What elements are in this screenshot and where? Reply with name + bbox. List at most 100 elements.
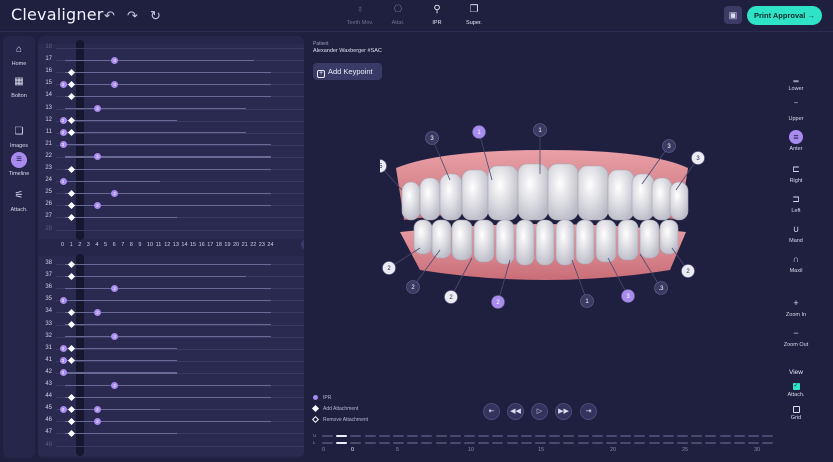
timeline-step-tick[interactable] bbox=[634, 442, 646, 444]
timeline-step-tick[interactable] bbox=[535, 442, 546, 444]
timeline-step-tick[interactable] bbox=[748, 442, 759, 444]
redo-icon[interactable]: ↷ bbox=[127, 8, 138, 24]
timeline-step-tick[interactable] bbox=[577, 442, 589, 444]
timeline-step-tick[interactable] bbox=[464, 442, 475, 444]
timeline-step-tick[interactable] bbox=[435, 435, 447, 437]
timeline-step-tick[interactable] bbox=[421, 442, 433, 444]
view-maxil[interactable]: ∩ Maxil bbox=[778, 252, 814, 274]
timeline-step-tick[interactable] bbox=[364, 442, 376, 444]
ipr-marker[interactable]: 3 bbox=[59, 345, 67, 353]
timeline-step-tick[interactable] bbox=[378, 435, 390, 437]
timeline-step-tick[interactable] bbox=[591, 435, 603, 437]
timeline-step-tick[interactable] bbox=[478, 442, 490, 444]
timeline-step-tick[interactable] bbox=[606, 442, 617, 444]
view-zoom-in[interactable]: + Zoom In bbox=[778, 296, 814, 318]
timeline-step-tick[interactable] bbox=[733, 442, 745, 444]
nav-attach[interactable]: ⚟ Attach. bbox=[3, 188, 35, 213]
nav-home[interactable]: ⌂ Home bbox=[3, 42, 35, 67]
ipr-marker[interactable]: 3 bbox=[111, 56, 119, 64]
timeline-step-tick[interactable] bbox=[634, 435, 646, 437]
timeline-step-tick[interactable] bbox=[435, 442, 447, 444]
timeline-step-tick[interactable] bbox=[705, 442, 717, 444]
dental-model-3d[interactable]: 31133.5222213.32 bbox=[380, 120, 710, 320]
timeline-step-tick[interactable] bbox=[620, 442, 632, 444]
timeline-step-tick[interactable] bbox=[577, 435, 589, 437]
timeline-step-tick[interactable] bbox=[662, 435, 674, 437]
ipr-marker[interactable]: 3 bbox=[59, 80, 67, 88]
view-grid-toggle[interactable]: Grid bbox=[778, 406, 814, 421]
view-anter[interactable]: ≡ Anter bbox=[778, 130, 814, 152]
add-keypoint-button[interactable]: + Add Keypoint bbox=[313, 63, 382, 80]
timeline-step-tick[interactable] bbox=[705, 435, 717, 437]
timeline-step-tick[interactable] bbox=[336, 435, 348, 437]
timeline-step-tick[interactable] bbox=[762, 435, 774, 437]
nav-bolton[interactable]: ▦ Bolton bbox=[3, 74, 35, 99]
save-button[interactable]: ▣ bbox=[724, 6, 742, 24]
ipr-marker[interactable]: 2 bbox=[111, 284, 119, 292]
timeline-step-tick[interactable] bbox=[691, 435, 703, 437]
timeline-step-tick[interactable] bbox=[393, 442, 404, 444]
ipr-marker[interactable]: 3 bbox=[59, 357, 67, 365]
timeline-step-tick[interactable] bbox=[591, 442, 603, 444]
tool-superimpose[interactable]: ❐ Super. bbox=[449, 4, 499, 26]
timeline-step-tick[interactable] bbox=[322, 442, 333, 444]
timeline-step-tick[interactable] bbox=[492, 435, 504, 437]
print-approval-button[interactable]: Print Approval → bbox=[747, 6, 822, 25]
timeline-step-tick[interactable] bbox=[648, 442, 660, 444]
timeline-step-tick[interactable] bbox=[407, 442, 419, 444]
timeline-step-tick[interactable] bbox=[464, 435, 475, 437]
view-lower[interactable]: ‗ Lower bbox=[778, 70, 814, 92]
view-mand[interactable]: ∪ Mand bbox=[778, 222, 814, 244]
prev-step-button[interactable]: ◀◀ bbox=[507, 403, 524, 420]
timeline-step-tick[interactable] bbox=[449, 435, 461, 437]
play-button[interactable]: ▷ bbox=[531, 403, 548, 420]
ipr-marker[interactable]: 3 bbox=[59, 296, 67, 304]
view-attach-toggle[interactable]: ✓ Attach. bbox=[778, 383, 814, 398]
timeline-step-tick[interactable] bbox=[506, 442, 518, 444]
timeline-step-tick[interactable] bbox=[733, 435, 745, 437]
ipr-marker[interactable]: 2 bbox=[59, 129, 67, 137]
timeline-step-tick[interactable] bbox=[393, 435, 404, 437]
undo-icon[interactable]: ↶ bbox=[104, 8, 115, 24]
timeline-step-tick[interactable] bbox=[691, 442, 703, 444]
ipr-marker[interactable]: 2 bbox=[93, 201, 101, 209]
timeline-step-tick[interactable] bbox=[421, 435, 433, 437]
timeline-step-tick[interactable] bbox=[719, 435, 731, 437]
ipr-marker[interactable]: 2 bbox=[111, 189, 119, 197]
timeline-step-tick[interactable] bbox=[662, 442, 674, 444]
view-upper[interactable]: ‾ Upper bbox=[778, 100, 814, 122]
view-right[interactable]: ⊏ Right bbox=[778, 162, 814, 184]
ipr-marker[interactable]: 3 bbox=[59, 141, 67, 149]
ipr-marker[interactable]: 3 bbox=[93, 105, 101, 112]
timeline-step-tick[interactable] bbox=[506, 435, 518, 437]
ipr-marker[interactable]: 2 bbox=[111, 381, 119, 389]
timeline-step-tick[interactable] bbox=[520, 442, 532, 444]
timeline-step-tick[interactable] bbox=[620, 435, 632, 437]
timeline-step-tick[interactable] bbox=[648, 435, 660, 437]
ipr-marker[interactable]: 2 bbox=[59, 405, 67, 413]
timeline-step-tick[interactable] bbox=[350, 435, 362, 437]
ipr-marker[interactable]: 3 bbox=[93, 308, 101, 316]
timeline-step-tick[interactable] bbox=[748, 435, 759, 437]
ipr-marker[interactable]: 3 bbox=[59, 369, 67, 377]
timeline-step-tick[interactable] bbox=[677, 442, 688, 444]
ipr-marker[interactable]: 2 bbox=[93, 417, 101, 425]
timeline-step-tick[interactable] bbox=[492, 442, 504, 444]
first-step-button[interactable]: ⇤ bbox=[483, 403, 500, 420]
ipr-marker[interactable]: 2 bbox=[93, 405, 101, 413]
timeline-step-tick[interactable] bbox=[520, 435, 532, 437]
view-left[interactable]: ⊐ Left bbox=[778, 192, 814, 214]
timeline-step-tick[interactable] bbox=[407, 435, 419, 437]
ipr-marker[interactable]: 2 bbox=[59, 117, 67, 125]
reset-icon[interactable]: ↻ bbox=[150, 8, 161, 24]
timeline-step-tick[interactable] bbox=[677, 435, 688, 437]
nav-timeline[interactable]: ≡ Timeline bbox=[3, 152, 35, 177]
timeline-step-tick[interactable] bbox=[378, 442, 390, 444]
timeline-step-tick[interactable] bbox=[563, 435, 575, 437]
timeline-step-tick[interactable] bbox=[350, 442, 362, 444]
timeline-step-tick[interactable] bbox=[322, 435, 333, 437]
timeline-step-tick[interactable] bbox=[478, 435, 490, 437]
timeline-step-tick[interactable] bbox=[336, 442, 348, 444]
view-zoom-out[interactable]: − Zoom Out bbox=[778, 326, 814, 348]
timeline-step-tick[interactable] bbox=[535, 435, 546, 437]
